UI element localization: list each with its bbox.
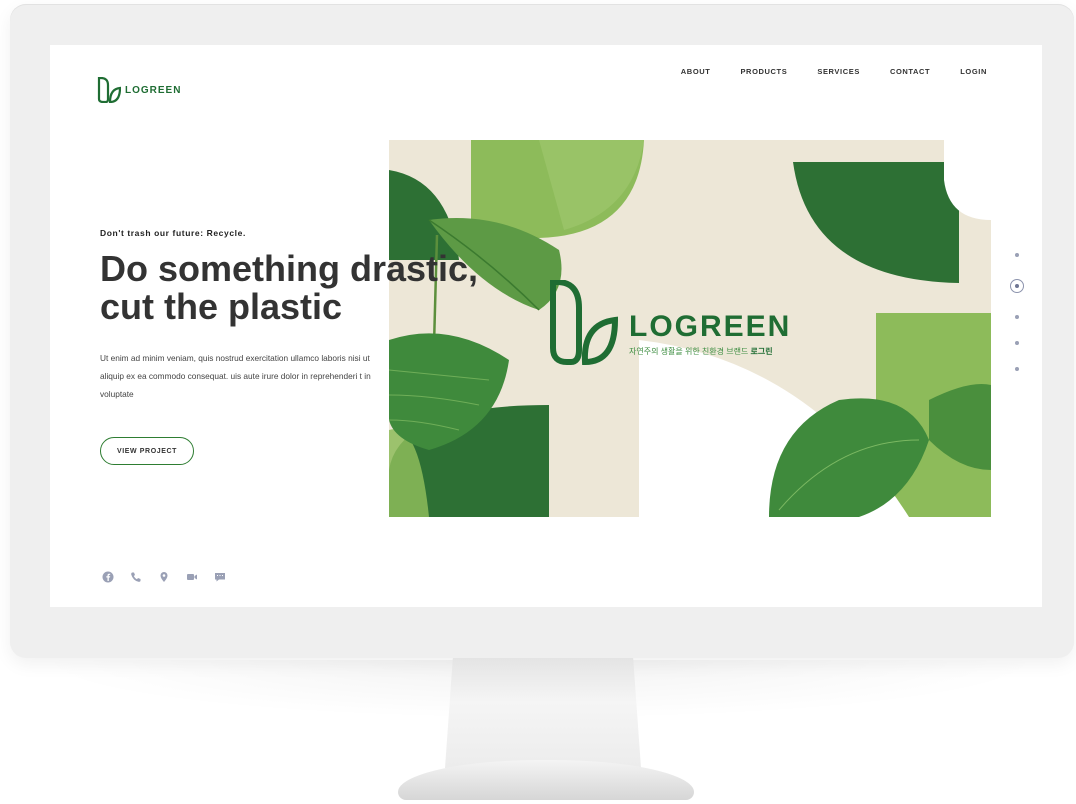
chat-icon[interactable]	[214, 570, 226, 582]
hero-tagline: Don't trash our future: Recycle.	[100, 228, 246, 238]
view-project-button[interactable]: VIEW PROJECT	[100, 437, 194, 465]
nav-services[interactable]: SERVICES	[817, 67, 860, 76]
brand-logo[interactable]: LOGREEN	[97, 77, 181, 103]
monitor-stand-base	[398, 760, 694, 800]
social-icons	[102, 570, 226, 583]
hero-brand-subtitle-bold: 로그린	[750, 347, 773, 356]
hero-headline: Do something drastic, cut the plastic	[100, 250, 530, 326]
hero-brand-block: LOGREEN 자연주의 생활을 위한 친환경 브랜드 로그린	[549, 280, 791, 366]
nav-products[interactable]: PRODUCTS	[740, 67, 787, 76]
hero-brand-subtitle-text: 자연주의 생활을 위한 친환경 브랜드	[629, 347, 749, 356]
brand-name: LOGREEN	[125, 84, 182, 96]
video-icon[interactable]	[186, 570, 198, 582]
main-nav: ABOUT PRODUCTS SERVICES CONTACT LOGIN	[681, 67, 987, 76]
hero-brand-subtitle: 자연주의 생활을 위한 친환경 브랜드 로그린	[629, 346, 791, 357]
pager-dot-1[interactable]	[1015, 253, 1019, 257]
facebook-icon[interactable]	[102, 570, 114, 583]
hero-brand-title: LOGREEN	[629, 310, 792, 343]
logo-leaf-icon	[97, 77, 121, 103]
hero-image: LOGREEN 자연주의 생활을 위한 친환경 브랜드 로그린	[389, 140, 991, 517]
location-icon[interactable]	[158, 570, 170, 582]
pager-dot-3[interactable]	[1015, 315, 1019, 319]
pager-dot-4[interactable]	[1015, 341, 1019, 345]
pager-dot-5[interactable]	[1015, 367, 1019, 371]
pager-dot-2-active[interactable]	[1010, 279, 1024, 293]
phone-icon[interactable]	[130, 570, 142, 582]
slide-pager	[1010, 253, 1024, 371]
monitor-stand-neck	[445, 658, 641, 768]
hero-body-text: Ut enim ad minim veniam, quis nostrud ex…	[100, 353, 371, 399]
headline-line-2: cut the plastic	[100, 286, 343, 327]
nav-about[interactable]: ABOUT	[681, 67, 711, 76]
nav-contact[interactable]: CONTACT	[890, 67, 930, 76]
headline-line-1: Do something drastic,	[100, 248, 479, 289]
nav-login[interactable]: LOGIN	[960, 67, 987, 76]
hero-logo-leaf-icon	[550, 280, 619, 366]
monitor-screen: LOGREEN ABOUT PRODUCTS SERVICES CONTACT …	[50, 45, 1042, 607]
